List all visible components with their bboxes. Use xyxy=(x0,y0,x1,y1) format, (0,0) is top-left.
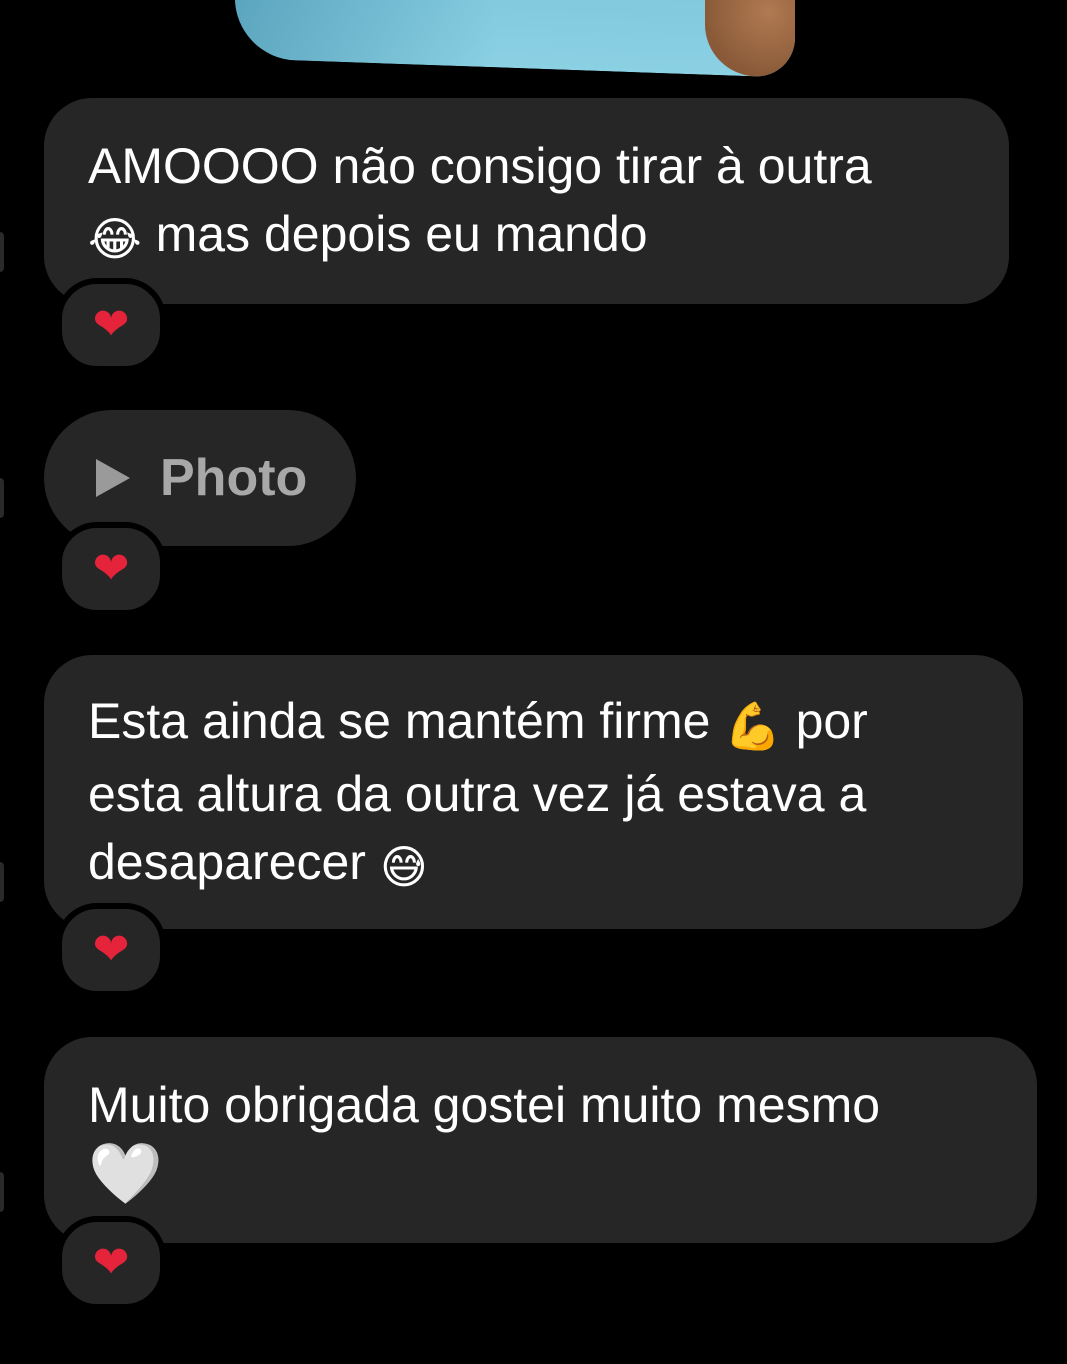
message-text: Muito obrigada gostei muito mesmo 🤍 xyxy=(88,1071,993,1208)
red-heart-icon: ❤ xyxy=(92,299,130,350)
message-line: mas depois eu mando xyxy=(141,206,648,262)
message-line: AMOOOO não consigo tirar à outra xyxy=(88,138,872,194)
message-line: Muito obrigada gostei muito mesmo xyxy=(88,1077,881,1133)
message-bubble[interactable]: Muito obrigada gostei muito mesmo 🤍 xyxy=(44,1037,1037,1243)
tears-of-joy-emoji-icon: 😂 xyxy=(88,212,142,266)
edge-indicator xyxy=(0,862,4,902)
message-line: desaparecer xyxy=(88,834,380,890)
shared-photo-preview[interactable] xyxy=(235,0,795,78)
play-icon xyxy=(96,459,130,497)
photo-label: Photo xyxy=(160,449,308,507)
message-bubble[interactable]: AMOOOO não consigo tirar à outra 😂 mas de… xyxy=(44,98,1009,304)
red-heart-icon: ❤ xyxy=(92,543,130,594)
reaction-badge[interactable]: ❤ xyxy=(56,903,166,997)
red-heart-icon: ❤ xyxy=(92,1237,130,1288)
white-heart-emoji-icon: 🤍 xyxy=(88,1139,163,1209)
edge-indicator xyxy=(0,232,4,272)
reaction-badge[interactable]: ❤ xyxy=(56,1216,166,1310)
red-heart-icon: ❤ xyxy=(92,924,130,975)
reaction-badge[interactable]: ❤ xyxy=(56,522,166,616)
grinning-sweat-emoji-icon: 😅 xyxy=(379,840,428,894)
message-text: Esta ainda se mantém firme 💪 por esta alt… xyxy=(88,687,979,901)
edge-indicator xyxy=(0,478,4,518)
message-bubble[interactable]: Esta ainda se mantém firme 💪 por esta alt… xyxy=(44,655,1023,929)
message-line: Esta ainda se mantém firme xyxy=(88,693,725,749)
edge-indicator xyxy=(0,1172,4,1212)
message-line: esta altura da outra vez já estava a xyxy=(88,766,867,822)
photo-shade xyxy=(235,0,495,68)
message-line: por xyxy=(781,693,868,749)
flexed-biceps-emoji-icon: 💪 xyxy=(724,699,782,753)
reaction-badge[interactable]: ❤ xyxy=(56,278,166,372)
message-text: AMOOOO não consigo tirar à outra 😂 mas de… xyxy=(88,132,965,273)
